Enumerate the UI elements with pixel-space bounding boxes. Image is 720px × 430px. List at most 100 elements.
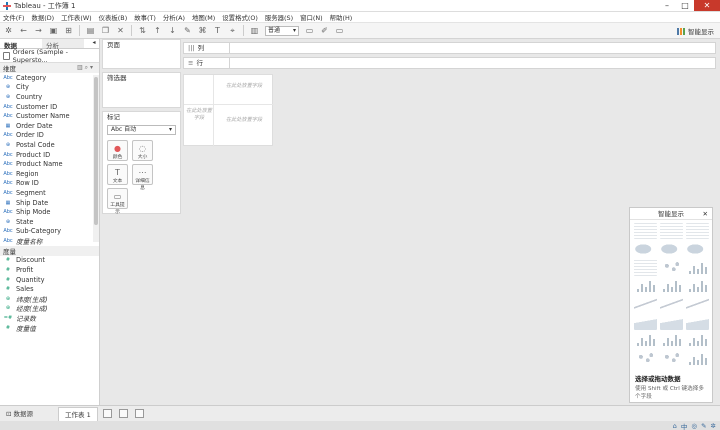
home-icon[interactable]: ⌂: [673, 422, 677, 430]
detail-button[interactable]: ⋯ 详细信息: [132, 164, 153, 191]
menu-window[interactable]: 窗口(N): [300, 13, 323, 22]
dimension-scrollbar[interactable]: [93, 75, 99, 242]
view-canvas[interactable]: 在此处放置字段 在此处放置字段 在此处放置字段: [183, 74, 274, 147]
menu-worksheet[interactable]: 工作表(W): [61, 13, 91, 22]
presentation-icon[interactable]: ▭: [335, 26, 344, 35]
measure-field[interactable]: # Discount: [0, 256, 99, 266]
datasource-item[interactable]: Orders (Sample - Supersto...: [0, 48, 99, 64]
measure-field[interactable]: =# 记录数: [0, 313, 99, 323]
mark-type-select[interactable]: Abc 自动: [107, 125, 176, 135]
highlight-icon[interactable]: ✎: [183, 26, 192, 35]
dimension-field[interactable]: Abc Sub-Category: [0, 227, 99, 237]
undo-icon[interactable]: ←: [19, 26, 28, 35]
chart-type-option[interactable]: [634, 295, 657, 312]
pin-icon[interactable]: ⌖: [228, 26, 237, 35]
settings-icon[interactable]: ✲: [711, 422, 716, 430]
chart-type-option[interactable]: [660, 241, 683, 258]
edit-icon[interactable]: ✎: [701, 422, 706, 430]
chart-type-option[interactable]: [686, 350, 709, 366]
close-button[interactable]: ✕: [694, 0, 720, 11]
new-story-icon[interactable]: [134, 409, 144, 418]
dimension-field[interactable]: Abc Order ID: [0, 131, 99, 141]
chart-type-option[interactable]: [660, 223, 683, 240]
menu-server[interactable]: 服务器(S): [265, 13, 293, 22]
swap-icon[interactable]: ⇅: [138, 26, 147, 35]
chart-type-option[interactable]: [660, 278, 683, 294]
menu-file[interactable]: 文件(F): [3, 13, 24, 22]
dimension-field[interactable]: Abc Region: [0, 169, 99, 179]
sort-asc-icon[interactable]: ↑: [153, 26, 162, 35]
measure-field[interactable]: ⊕ 纬度(生成): [0, 294, 99, 304]
chart-type-option[interactable]: [686, 295, 709, 312]
new-sheet-icon[interactable]: ▤: [86, 26, 95, 35]
dimension-field[interactable]: Abc 度量名称: [0, 236, 99, 246]
chart-type-option[interactable]: [686, 332, 709, 348]
new-worksheet-icon[interactable]: [102, 409, 112, 418]
text-button[interactable]: T 文本: [107, 164, 128, 185]
menu-story[interactable]: 故事(T): [134, 13, 156, 22]
chart-type-option[interactable]: [634, 241, 657, 258]
new-dashboard-icon[interactable]: [118, 409, 128, 418]
chart-type-icon[interactable]: ▥: [250, 26, 259, 35]
scrollbar-thumb[interactable]: [94, 77, 98, 225]
dimension-field[interactable]: Abc Ship Mode: [0, 207, 99, 217]
dimension-field[interactable]: Abc Segment: [0, 188, 99, 198]
maximize-button[interactable]: □: [676, 0, 694, 11]
menu-data[interactable]: 数据(D): [31, 13, 54, 22]
chart-type-option[interactable]: [686, 259, 709, 275]
tooltip-button[interactable]: ▭ 工具提示: [107, 188, 128, 215]
pen-icon[interactable]: ✐: [320, 26, 329, 35]
dimension-field[interactable]: Abc Customer Name: [0, 111, 99, 121]
group-icon[interactable]: ⌘: [198, 26, 207, 35]
menu-analysis[interactable]: 分析(A): [163, 13, 185, 22]
dimension-field[interactable]: Abc Customer ID: [0, 102, 99, 112]
dimension-field[interactable]: ⊕ Country: [0, 92, 99, 102]
minimize-button[interactable]: –: [658, 0, 676, 11]
close-icon[interactable]: ✕: [703, 208, 708, 220]
chart-type-option[interactable]: [660, 313, 683, 331]
chart-type-option[interactable]: [660, 350, 683, 367]
dimension-field[interactable]: Abc Product ID: [0, 150, 99, 160]
dimension-field[interactable]: Abc Category: [0, 73, 99, 83]
chart-type-option[interactable]: [634, 223, 657, 240]
clear-sheet-icon[interactable]: ✕: [116, 26, 125, 35]
globe-icon[interactable]: ◎: [691, 422, 697, 430]
sheet-tab[interactable]: 工作表 1: [58, 407, 98, 421]
menu-format[interactable]: 设置格式(O): [222, 13, 258, 22]
show-labels-icon[interactable]: ▭: [305, 26, 314, 35]
chart-type-option[interactable]: [686, 223, 709, 240]
sort-desc-icon[interactable]: ↓: [168, 26, 177, 35]
dimension-field[interactable]: Abc Row ID: [0, 179, 99, 189]
show-me-button[interactable]: 智能显示: [677, 26, 714, 36]
columns-shelf[interactable]: ||| 列: [183, 42, 716, 54]
datasource-tab[interactable]: ⊡ 数据源: [0, 407, 56, 421]
chart-type-option[interactable]: [634, 259, 657, 276]
dimension-tools-icon[interactable]: ▥⌕▾: [77, 64, 95, 72]
measure-field[interactable]: # Profit: [0, 265, 99, 275]
measure-field[interactable]: # 度量值: [0, 323, 99, 333]
chart-type-option[interactable]: [660, 295, 683, 312]
chart-type-option[interactable]: [660, 332, 683, 348]
chart-type-option[interactable]: [660, 259, 683, 276]
redo-icon[interactable]: →: [34, 26, 43, 35]
dimension-field[interactable]: ⊕ City: [0, 83, 99, 93]
save-icon[interactable]: ▣: [49, 26, 58, 35]
chart-type-option[interactable]: [686, 278, 709, 294]
fit-select[interactable]: 普通: [265, 25, 299, 36]
measure-field[interactable]: ⊕ 经度(生成): [0, 304, 99, 313]
color-button[interactable]: ● 颜色: [107, 140, 128, 161]
pages-card[interactable]: 页面: [102, 39, 181, 69]
language-icon[interactable]: 中: [681, 421, 688, 430]
tableau-home-icon[interactable]: ✲: [4, 26, 13, 35]
add-datasource-icon[interactable]: ⊞: [64, 26, 73, 35]
chart-type-option[interactable]: [634, 332, 657, 348]
menu-map[interactable]: 地图(M): [192, 13, 215, 22]
chart-type-option[interactable]: [634, 350, 657, 367]
label-icon[interactable]: T: [213, 26, 222, 35]
dimension-field[interactable]: ▦ Ship Date: [0, 198, 99, 208]
chart-type-option[interactable]: [634, 278, 657, 294]
dimension-field[interactable]: ⊕ State: [0, 217, 99, 227]
chart-type-option[interactable]: [686, 313, 709, 331]
filters-card[interactable]: 筛选器: [102, 72, 181, 108]
rows-shelf[interactable]: ≡ 行: [183, 57, 716, 69]
